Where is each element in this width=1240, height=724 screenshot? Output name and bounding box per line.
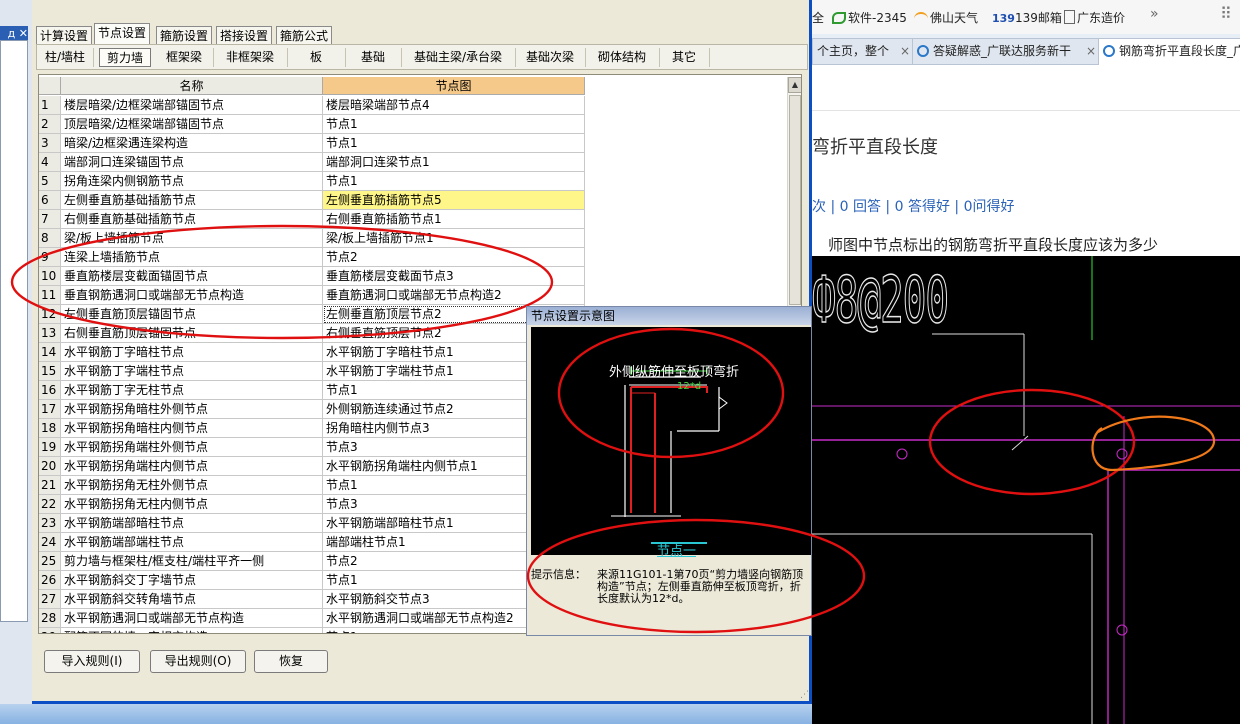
browser-tab-strip: 个主页，整个 × 答疑解惑_广联达服务新干 × 钢筋弯折平直段长度_广 <box>812 34 1240 65</box>
menu-grid-icon[interactable]: ⠿ <box>1220 4 1232 23</box>
tab-close-icon[interactable]: × <box>1086 39 1096 63</box>
bookmark-cost[interactable]: 广东造价 <box>1064 9 1125 26</box>
tab-label: 钢筋弯折平直段长度_广 <box>1119 44 1240 58</box>
mail-icon: 139 <box>992 12 1015 25</box>
annotation-layer <box>526 518 866 634</box>
tab-label: 答疑解惑_广联达服务新干 <box>933 44 1072 58</box>
bookmark-fragment[interactable]: 全 <box>812 9 824 26</box>
bookmark-label: 139邮箱 <box>1014 11 1062 25</box>
taskbar <box>0 704 812 724</box>
question-description: 师图中节点标出的钢筋弯折平直段长度应该为多少 <box>828 236 1159 254</box>
cad-drawing-image: Ф8@200 <box>812 256 1240 724</box>
page-divider <box>812 110 1240 111</box>
question-title: 弯折平直段长度 <box>812 137 938 158</box>
document-icon <box>1064 10 1075 24</box>
tab-label: 个主页，整个 <box>817 44 890 58</box>
bookmark-weather[interactable]: 佛山天气 <box>914 9 978 26</box>
bookmarks-bar: 全 软件-2345 佛山天气 139139邮箱 广东造价 » ⠿ <box>812 0 1240 35</box>
tab-close-icon[interactable]: × <box>900 39 910 63</box>
question-stats[interactable]: 次 | 0 回答 | 0 答得好 | 0问得好 <box>812 196 1014 216</box>
bookmark-label: 软件-2345 <box>848 11 907 25</box>
bookmark-software[interactable]: 软件-2345 <box>832 9 907 26</box>
browser-tab-active[interactable]: 钢筋弯折平直段长度_广 <box>1098 38 1240 65</box>
bookmark-mail[interactable]: 139139邮箱 <box>992 9 1062 26</box>
bookmark-label: 佛山天气 <box>930 11 979 25</box>
popup-title: 节点设置示意图 <box>527 307 811 325</box>
bookmark-label: 广东造价 <box>1077 11 1126 25</box>
leaf-icon <box>832 12 846 24</box>
red-annotation-ellipse <box>526 518 866 634</box>
sun-icon <box>914 12 928 24</box>
dimension-label: 12*d <box>677 381 702 392</box>
browser-tab[interactable]: 个主页，整个 × <box>812 38 916 64</box>
site-favicon-icon <box>917 45 929 57</box>
cad-lines <box>812 256 1240 724</box>
more-bookmarks-chevron-icon[interactable]: » <box>1150 6 1159 22</box>
site-favicon-icon <box>1103 45 1115 57</box>
browser-tab[interactable]: 答疑解惑_广联达服务新干 × <box>912 38 1102 64</box>
diagram-heading: 外侧纵筋伸至板顶弯折 <box>609 365 740 380</box>
red-annotation-ellipse <box>10 224 554 340</box>
